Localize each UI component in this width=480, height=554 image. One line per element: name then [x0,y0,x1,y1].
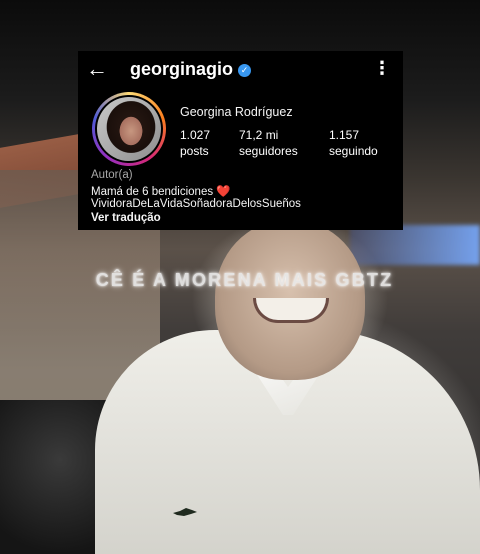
video-caption: CÊ É A MORENA MAIS GBTZ [95,270,394,290]
posts-count: 1.027 [180,128,211,142]
instagram-profile-card: ← georginagio ✓ ⋮ Georgina Rodríguez 1.0… [78,51,403,230]
profile-full-name: Georgina Rodríguez [180,105,293,119]
following-stat[interactable]: 1.157 seguindo [329,127,378,159]
avatar [95,95,163,163]
following-count: 1.157 [329,128,360,142]
posts-label: posts [180,144,209,158]
followers-stat[interactable]: 71,2 mi seguidores [239,127,298,159]
shirt-logo-icon [173,508,197,516]
verified-badge-icon: ✓ [238,64,251,77]
story-ring[interactable] [92,92,166,166]
more-options-icon[interactable]: ⋮ [373,59,391,77]
followers-count: 71,2 mi [239,128,279,142]
followers-label: seguidores [239,144,298,158]
back-arrow-icon[interactable]: ← [86,58,108,81]
posts-stat[interactable]: 1.027 posts [180,127,210,159]
avatar-photo [97,97,161,161]
bio-line-2: VividoraDeLaVidaSoñadoraDelosSueños [91,198,301,210]
bio-text-1: Mamá de 6 bendiciones [91,186,214,198]
following-label: seguindo [329,144,378,158]
heart-icon: ❤️ [216,186,231,198]
profile-category: Autor(a) [91,169,133,181]
profile-username: georginagio [130,59,233,79]
profile-header: ← georginagio ✓ ⋮ [78,51,403,89]
bio-line-1: Mamá de 6 bendiciones ❤️ [91,184,231,198]
background-blue-light [350,225,480,265]
see-translation-link[interactable]: Ver tradução [91,212,161,224]
